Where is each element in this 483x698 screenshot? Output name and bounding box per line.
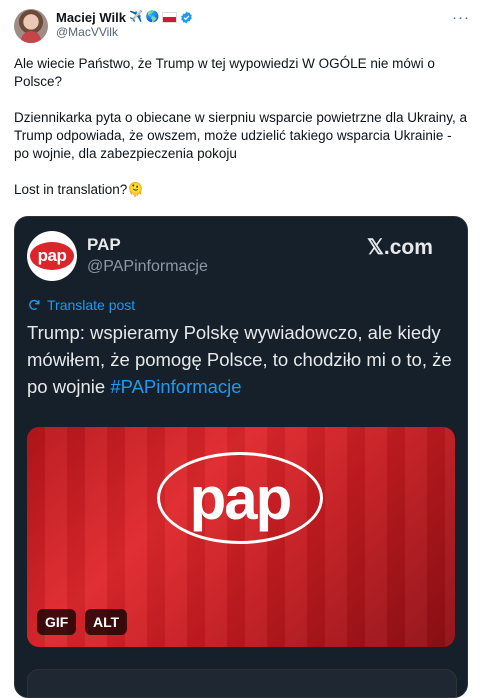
card-media-gif[interactable]: pap GIF ALT <box>27 427 455 647</box>
alt-badge[interactable]: ALT <box>85 609 128 635</box>
plane-emoji-icon: ✈️ <box>128 11 143 23</box>
more-options-icon[interactable]: ··· <box>452 9 470 26</box>
translate-label: Translate post <box>47 297 136 313</box>
globe-emoji-icon: 🌎 <box>145 11 160 23</box>
card-author-handle[interactable]: @PAPinformacje <box>87 258 208 276</box>
translate-icon <box>29 299 40 310</box>
x-com-logo[interactable]: 𝕏.com <box>367 235 433 260</box>
card-author-name[interactable]: PAP <box>87 235 121 255</box>
pap-logo: pap <box>30 242 74 270</box>
card-next-section <box>27 669 457 697</box>
author-name[interactable]: Maciej Wilk <box>56 10 126 25</box>
author-avatar[interactable] <box>14 9 48 43</box>
translate-post-link[interactable]: Translate post <box>27 297 135 313</box>
poland-flag-icon <box>162 11 178 23</box>
author-handle[interactable]: @MacVVilk <box>56 25 118 39</box>
hashtag-link[interactable]: #PAPinformacje <box>110 376 241 397</box>
tweet-text: Ale wiecie Państwo, że Trump w tej wypow… <box>14 56 467 197</box>
verified-badge-icon <box>181 11 193 23</box>
card-post-text: Trump: wspieramy Polskę wywiadowczo, ale… <box>27 319 457 400</box>
gif-badge[interactable]: GIF <box>37 609 77 635</box>
author-name-row: Maciej Wilk ✈️ 🌎 <box>56 8 193 26</box>
pap-media-logo: pap <box>157 452 323 544</box>
pap-avatar[interactable]: pap <box>27 231 77 281</box>
quoted-post-card[interactable]: pap PAP @PAPinformacje 𝕏.com Translate p… <box>14 216 468 698</box>
